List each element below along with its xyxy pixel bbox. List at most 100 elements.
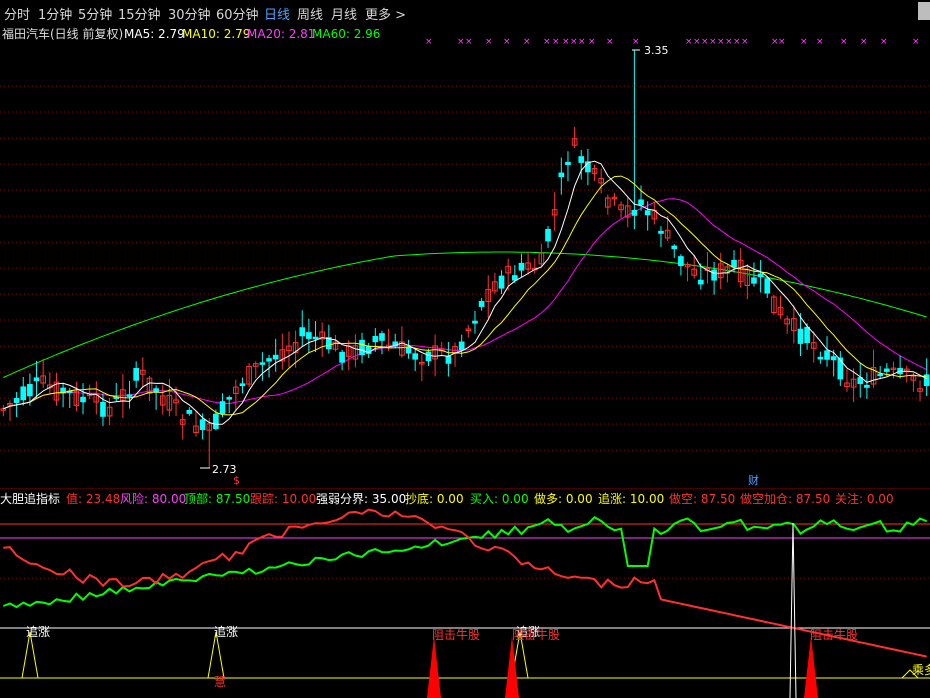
candle-body <box>33 377 40 382</box>
period-tab-more[interactable]: 更多 > <box>365 4 406 23</box>
x-marker-icon: × <box>912 37 920 47</box>
candle-body <box>731 259 737 268</box>
x-marker-icon: × <box>632 37 640 47</box>
event-cai-marker: 财 <box>748 473 759 487</box>
x-marker-icon: × <box>741 37 749 47</box>
candle-body <box>671 245 678 250</box>
x-marker-icon: × <box>701 37 709 47</box>
x-marker-icon: × <box>606 37 614 47</box>
signal-long-hint: 乘多 <box>912 663 930 677</box>
period-toolbar: 分时 1分钟 5分钟 15分钟 30分钟 60分钟 日线 周线 月线 更多 > <box>0 0 930 24</box>
candle-body <box>126 394 133 397</box>
readout-short-add: 做空加仓: 87.50 <box>740 491 830 506</box>
x-marker-icon: × <box>880 37 888 47</box>
candle-body <box>226 397 233 400</box>
period-tab-daily[interactable]: 日线 <box>264 4 290 23</box>
candle-body <box>631 209 638 216</box>
readout-long: 做多: 0.00 <box>534 491 593 506</box>
x-marker-icon: × <box>733 37 741 47</box>
indicator-readouts: 值: 23.48 风险: 80.00 顶部: 87.50 跟踪: 10.00 强… <box>66 491 894 506</box>
candle-body <box>27 384 33 397</box>
x-marker-icon: × <box>457 37 465 47</box>
snipe-signal-peak <box>505 636 519 698</box>
indicator-strength-line <box>2 515 928 609</box>
readout-boundary: 强弱分界: 35.00 <box>316 492 406 506</box>
period-tab-60min[interactable]: 60分钟 <box>216 4 259 23</box>
candle-body <box>405 346 412 354</box>
x-marker-icon: × <box>570 37 578 47</box>
signal-markers: × × × × × × × × × × × × × × × × × × × × × × × × × × × × × × <box>425 37 920 47</box>
candle-body <box>757 273 764 278</box>
x-marker-icon: × <box>725 37 733 47</box>
x-marker-icon: × <box>425 37 433 47</box>
candle-body <box>133 368 140 381</box>
candle-body <box>478 300 485 307</box>
candle-body <box>578 156 585 163</box>
candle-body <box>518 262 525 271</box>
x-marker-icon: × <box>523 37 531 47</box>
candle-body <box>638 199 644 206</box>
readout-track: 跟踪: 10.00 <box>250 492 316 506</box>
signal-chase-2: 追涨 <box>214 624 238 639</box>
candle-body <box>797 328 804 344</box>
candle-body <box>697 279 704 285</box>
snipe-signal-peak <box>427 636 441 698</box>
period-tab-1min[interactable]: 1分钟 <box>38 4 72 23</box>
indicator-spike <box>789 522 797 698</box>
candle-body <box>764 278 771 294</box>
period-tab-weekly[interactable]: 周线 <box>297 4 323 23</box>
x-marker-icon: × <box>578 37 586 47</box>
ma10-path <box>3 175 927 416</box>
candle-body <box>259 362 266 365</box>
candle-body <box>711 269 717 281</box>
candle-body <box>824 350 830 360</box>
x-marker-icon: × <box>840 37 848 47</box>
candle-body <box>425 351 432 362</box>
period-tab-30min[interactable]: 30分钟 <box>168 4 211 23</box>
candle-body <box>558 172 565 178</box>
signal-snipe-1: 阻击牛股 <box>432 627 480 642</box>
x-marker-icon: × <box>816 37 824 47</box>
period-tab-15min[interactable]: 15分钟 <box>118 4 161 23</box>
readout-top: 顶部: 87.50 <box>184 491 250 506</box>
ma20-readout: MA20: 2.81 <box>247 27 315 41</box>
candle-body <box>511 275 518 281</box>
x-marker-icon: × <box>685 37 693 47</box>
candle-body <box>153 388 159 393</box>
x-marker-icon: × <box>552 37 560 47</box>
readout-risk: 风险: 80.00 <box>120 491 186 506</box>
panel-toggle-button[interactable] <box>918 2 930 20</box>
candle-body <box>339 351 345 363</box>
ma20-line <box>3 198 927 410</box>
candle-body <box>830 356 837 361</box>
signal-hui: 慧 <box>214 674 226 689</box>
x-marker-icon: × <box>778 37 786 47</box>
candle-body <box>312 336 319 340</box>
snipe-signal-peak <box>804 636 818 698</box>
indicator-title: 大胆追指标 <box>0 491 60 506</box>
candle-body <box>20 386 27 401</box>
readout-buy: 买入: 0.00 <box>470 492 529 506</box>
candle-body <box>359 339 365 356</box>
candle-body <box>239 383 246 387</box>
candle-body <box>877 373 884 377</box>
period-tab-fenshi[interactable]: 分时 <box>4 4 30 23</box>
candle-body <box>199 419 206 431</box>
candle-body <box>219 401 226 415</box>
readout-short: 做空: 87.50 <box>669 491 735 506</box>
ma5-line <box>3 160 927 425</box>
candle-body <box>751 277 757 284</box>
candle-body <box>272 354 279 360</box>
ma5-readout: MA5: 2.79 <box>124 27 185 41</box>
candle-body <box>658 230 664 234</box>
ma5-path <box>3 160 927 425</box>
x-marker-icon: × <box>693 37 701 47</box>
ma60-path <box>3 251 927 378</box>
ma10-readout: MA10: 2.79 <box>182 27 250 41</box>
period-tab-monthly[interactable]: 月线 <box>331 4 357 23</box>
x-marker-icon: × <box>717 37 725 47</box>
candle-body <box>213 413 219 429</box>
x-marker-icon: × <box>503 37 511 47</box>
ma60-line <box>3 251 927 378</box>
period-tab-5min[interactable]: 5分钟 <box>78 4 112 23</box>
